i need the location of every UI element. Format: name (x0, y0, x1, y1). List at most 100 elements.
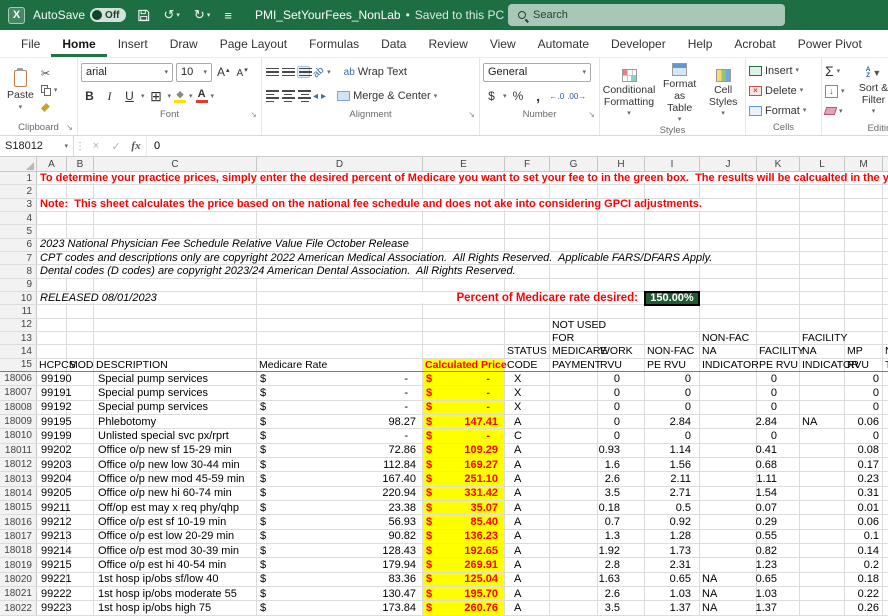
cell-D18006[interactable]: $- (257, 372, 423, 385)
cell-I18015[interactable]: 0.5 (645, 501, 700, 514)
cell-B11[interactable] (67, 305, 94, 317)
cell-N2[interactable] (883, 185, 888, 197)
cell-J13[interactable]: NON-FAC (700, 332, 757, 344)
formula-input[interactable]: 0 (146, 136, 888, 156)
cell-L11[interactable] (800, 305, 845, 317)
cell-F12[interactable] (505, 319, 550, 331)
align-center-button[interactable] (281, 89, 294, 103)
cell-N10[interactable] (883, 292, 888, 304)
cell-N14[interactable]: N (883, 345, 888, 357)
cell-D18013[interactable]: $167.40 (257, 472, 423, 485)
tab-view[interactable]: View (479, 30, 527, 57)
cell-E18010[interactable]: $- (423, 429, 505, 442)
row-header-18006[interactable]: 18006 (0, 372, 37, 385)
cell-M6[interactable] (845, 239, 883, 251)
font-size-combo[interactable]: 10▾ (176, 63, 212, 82)
column-header-D[interactable]: D (257, 157, 423, 171)
cell-G18013[interactable] (550, 472, 598, 485)
format-cells-button[interactable]: Format▾ (749, 102, 818, 120)
cell-D15[interactable]: Medicare Rate (257, 359, 423, 371)
cell-E18022[interactable]: $260.76 (423, 601, 505, 614)
format-as-table-button[interactable]: Format as Table▾ (658, 61, 701, 125)
row-header-12[interactable]: 12 (0, 319, 37, 331)
cell-E18014[interactable]: $331.42 (423, 487, 505, 500)
cell-F18011[interactable]: A (505, 444, 550, 457)
cell-D12[interactable] (257, 319, 423, 331)
cell-D18018[interactable]: $128.43 (257, 544, 423, 557)
cell-E9[interactable] (423, 279, 505, 291)
tab-developer[interactable]: Developer (600, 30, 677, 57)
cell-N4[interactable] (883, 212, 888, 224)
cell-J8[interactable] (700, 265, 757, 277)
cell-D18021[interactable]: $130.47 (257, 587, 423, 600)
cell-K18021[interactable]: 1.03 (757, 587, 800, 600)
tab-automate[interactable]: Automate (527, 30, 600, 57)
cell-C2[interactable] (94, 185, 257, 197)
cell-F18014[interactable]: A (505, 487, 550, 500)
confirm-entry-icon[interactable]: ✓ (106, 136, 126, 156)
cell-M18011[interactable]: 0.08 (845, 444, 883, 457)
cell-K18008[interactable]: 0 (757, 401, 800, 414)
bold-button[interactable]: B (81, 88, 98, 105)
cell-L2[interactable] (800, 185, 845, 197)
cell-A18007[interactable]: 99191 (37, 386, 67, 399)
row-header-13[interactable]: 13 (0, 332, 37, 344)
cell-F18021[interactable]: A (505, 587, 550, 600)
shrink-font-button[interactable]: A▾ (235, 66, 250, 79)
cell-F18010[interactable]: C (505, 429, 550, 442)
row-header-18013[interactable]: 18013 (0, 472, 37, 485)
cell-J18010[interactable] (700, 429, 757, 442)
column-header-A[interactable]: A (37, 157, 67, 171)
cell-K18006[interactable]: 0 (757, 372, 800, 385)
cell-L13[interactable]: FACILITY (800, 332, 845, 344)
wrap-text-button[interactable]: abWrap Text (344, 63, 407, 81)
cell-M5[interactable] (845, 225, 883, 237)
cell-D18011[interactable]: $72.86 (257, 444, 423, 457)
percent-desired-input-cell[interactable]: 150.00% (644, 291, 700, 306)
cell-A18019[interactable]: 99215 (37, 558, 67, 571)
cell-E14[interactable] (423, 345, 505, 357)
cell-I18018[interactable]: 1.73 (645, 544, 700, 557)
cell-K4[interactable] (757, 212, 800, 224)
cell-M18014[interactable]: 0.31 (845, 487, 883, 500)
column-header-L[interactable]: L (800, 157, 845, 171)
row-header-18018[interactable]: 18018 (0, 544, 37, 557)
undo-button[interactable]: ↺▾ (161, 7, 183, 23)
cell-E18020[interactable]: $125.04 (423, 573, 505, 586)
conditional-formatting-button[interactable]: Conditional Formatting▾ (603, 61, 655, 125)
cell-N18016[interactable] (883, 515, 888, 528)
cell-B18008[interactable] (67, 401, 94, 414)
cell-I18009[interactable]: 2.84 (645, 415, 700, 428)
cell-L18013[interactable] (800, 472, 845, 485)
cell-K14[interactable]: FACILITY (757, 345, 800, 357)
row-header-15[interactable]: 15 (0, 359, 37, 371)
cell-N13[interactable] (883, 332, 888, 344)
cell-M4[interactable] (845, 212, 883, 224)
cell-C5[interactable] (94, 225, 257, 237)
tab-insert[interactable]: Insert (107, 30, 159, 57)
row-header-11[interactable]: 11 (0, 305, 37, 317)
cell-I18017[interactable]: 1.28 (645, 530, 700, 543)
row-header-18016[interactable]: 18016 (0, 515, 37, 528)
row-header-6[interactable]: 6 (0, 239, 37, 251)
cell-G18007[interactable] (550, 386, 598, 399)
cell-F18020[interactable]: A (505, 573, 550, 586)
cell-styles-button[interactable]: Cell Styles▾ (704, 61, 742, 125)
cell-L18010[interactable] (800, 429, 845, 442)
cell-G18019[interactable] (550, 558, 598, 571)
cell-F18012[interactable]: A (505, 458, 550, 471)
cell-L12[interactable] (800, 319, 845, 331)
cell-F18017[interactable]: A (505, 530, 550, 543)
tab-page-layout[interactable]: Page Layout (209, 30, 298, 57)
cell-M3[interactable] (845, 199, 883, 211)
cell-G6[interactable] (550, 239, 598, 251)
redo-button[interactable]: ↻▾ (191, 7, 213, 23)
cell-M18021[interactable]: 0.22 (845, 587, 883, 600)
cell-A18012[interactable]: 99203 (37, 458, 67, 471)
cell-N18018[interactable] (883, 544, 888, 557)
cell-A18020[interactable]: 99221 (37, 573, 67, 586)
cell-G18022[interactable] (550, 601, 598, 614)
cell-A9[interactable] (37, 279, 67, 291)
cell-A18017[interactable]: 99213 (37, 530, 67, 543)
cell-B14[interactable] (67, 345, 94, 357)
